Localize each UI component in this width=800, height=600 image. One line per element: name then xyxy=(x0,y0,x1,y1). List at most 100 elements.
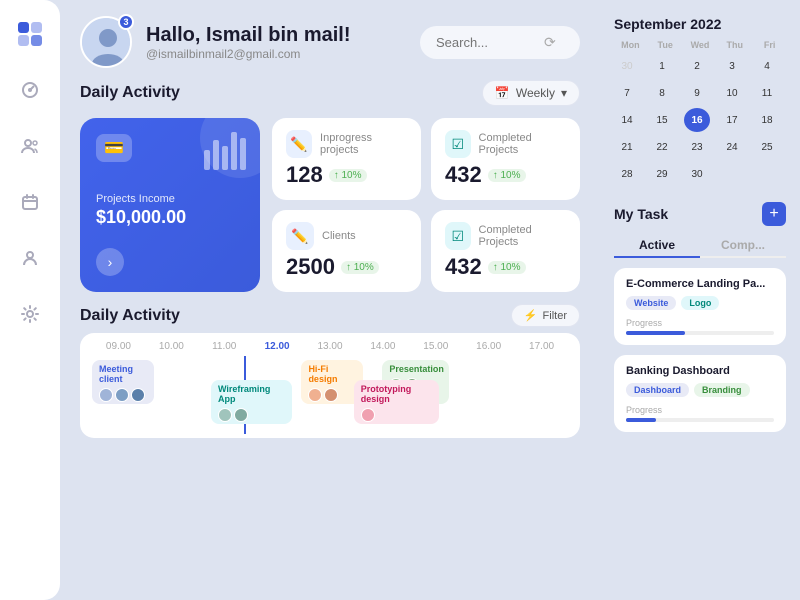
cal-cell[interactable]: 14 xyxy=(614,108,640,132)
stat-label-inprogress: Inprogress projects xyxy=(320,132,407,156)
filter-button[interactable]: ⚡ Filter xyxy=(511,304,580,327)
stat-card-header: ✏️ Clients xyxy=(286,222,407,250)
cal-cell[interactable]: 10 xyxy=(719,81,745,105)
income-arrow[interactable]: › xyxy=(96,248,124,276)
hour-11: 11.00 xyxy=(198,341,251,352)
sidebar-item-settings[interactable] xyxy=(12,296,48,332)
task-card-ecommerce: E-Commerce Landing Pa... Website Logo Pr… xyxy=(614,268,786,345)
task-card-title: E-Commerce Landing Pa... xyxy=(626,278,774,290)
calendar-grid: 30 1 2 3 4 7 8 9 10 11 14 15 16 17 18 21… xyxy=(614,54,786,186)
mini-bars xyxy=(204,132,246,170)
cal-cell[interactable]: 4 xyxy=(754,54,780,78)
add-task-button[interactable]: + xyxy=(762,202,786,226)
sidebar-item-people[interactable] xyxy=(12,128,48,164)
sidebar-item-analytics[interactable] xyxy=(12,72,48,108)
avatar-2 xyxy=(115,388,129,402)
stat-trend-completed1: ↑ 10% xyxy=(488,169,526,182)
task-progress-label: Progress xyxy=(626,405,774,415)
avatar-wrapper: 3 xyxy=(80,16,132,68)
hour-14: 14.00 xyxy=(356,341,409,352)
cal-cell[interactable]: 1 xyxy=(649,54,675,78)
stat-value-completed1: 432 xyxy=(445,162,482,188)
hour-13: 13.00 xyxy=(304,341,357,352)
avatar-1 xyxy=(218,408,232,422)
bar-3 xyxy=(222,146,228,170)
cal-cell[interactable]: 24 xyxy=(719,135,745,159)
task-progress-bar xyxy=(626,418,774,422)
bar-1 xyxy=(204,150,210,170)
activity-title: Daily Activity xyxy=(80,84,180,102)
cal-cell[interactable]: 9 xyxy=(684,81,710,105)
event-avatars xyxy=(308,388,356,402)
tab-completed[interactable]: Comp... xyxy=(700,234,786,256)
search-icon: ⟳ xyxy=(544,34,556,51)
search-input[interactable] xyxy=(436,35,536,50)
avatar-2 xyxy=(234,408,248,422)
cal-cell[interactable]: 29 xyxy=(649,162,675,186)
avatar-1 xyxy=(99,388,113,402)
event-label: Meeting client xyxy=(99,364,147,384)
sidebar-item-team[interactable] xyxy=(12,240,48,276)
period-selector[interactable]: 📅 Weekly ▾ xyxy=(482,80,580,106)
event-label: Wireframing App xyxy=(218,384,285,404)
timeline-hours: 09.00 10.00 11.00 12.00 13.00 14.00 15.0… xyxy=(92,341,568,352)
user-email: @ismailbinmail2@gmail.com xyxy=(146,47,406,61)
stat-card-completed2: ☑ Completed Projects 432 ↑ 10% xyxy=(431,210,580,292)
logo xyxy=(12,16,48,52)
hour-15: 15.00 xyxy=(409,341,462,352)
event-wireframe: Wireframing App xyxy=(211,380,292,424)
cal-cell xyxy=(719,162,745,186)
stat-value-completed2: 432 xyxy=(445,254,482,280)
cal-cell[interactable]: 15 xyxy=(649,108,675,132)
cal-cell-today[interactable]: 16 xyxy=(684,108,710,132)
cal-cell[interactable]: 11 xyxy=(754,81,780,105)
timeline-events: Meeting client Wireframing App Hi-F xyxy=(92,360,568,430)
header: 3 Hallo, Ismail bin mail! @ismailbinmail… xyxy=(80,16,580,68)
cal-cell[interactable]: 25 xyxy=(754,135,780,159)
avatar-1 xyxy=(361,408,375,422)
cal-cell[interactable]: 3 xyxy=(719,54,745,78)
hour-12: 12.00 xyxy=(251,341,304,352)
search-bar[interactable]: ⟳ xyxy=(420,26,580,59)
calendar: September 2022 Mon Tue Wed Thu Fri 30 1 … xyxy=(614,16,786,186)
cal-cell[interactable]: 7 xyxy=(614,81,640,105)
event-label: Hi-Fi design xyxy=(308,364,356,384)
sidebar-item-calendar[interactable] xyxy=(12,184,48,220)
stat-value-row: 2500 ↑ 10% xyxy=(286,254,407,280)
day-wed: Wed xyxy=(684,40,717,50)
cal-cell[interactable]: 23 xyxy=(684,135,710,159)
cal-cell[interactable]: 22 xyxy=(649,135,675,159)
hour-16: 16.00 xyxy=(462,341,515,352)
cal-cell[interactable]: 8 xyxy=(649,81,675,105)
task-tag-dashboard[interactable]: Dashboard xyxy=(626,383,689,397)
cal-cell[interactable]: 30 xyxy=(684,162,710,186)
cal-cell[interactable]: 17 xyxy=(719,108,745,132)
period-label: Weekly xyxy=(516,86,555,100)
task-tags: Dashboard Branding xyxy=(626,383,774,397)
avatar-3 xyxy=(131,388,145,402)
stat-card-header: ☑ Completed Projects xyxy=(445,222,566,250)
cal-cell[interactable]: 28 xyxy=(614,162,640,186)
task-tag-branding[interactable]: Branding xyxy=(694,383,750,397)
event-avatars xyxy=(361,408,433,422)
task-header: My Task + xyxy=(614,202,786,226)
task-tag-website[interactable]: Website xyxy=(626,296,676,310)
event-avatars xyxy=(218,408,285,422)
task-title: My Task xyxy=(614,206,668,222)
cal-cell[interactable]: 30 xyxy=(614,54,640,78)
task-progress-bar xyxy=(626,331,774,335)
task-card-title: Banking Dashboard xyxy=(626,365,774,377)
filter-icon: ⚡ xyxy=(524,309,538,322)
cal-cell[interactable]: 2 xyxy=(684,54,710,78)
stat-icon-completed2: ☑ xyxy=(445,222,471,250)
stat-card-inprogress: ✏️ Inprogress projects 128 ↑ 10% xyxy=(272,118,421,200)
cal-cell[interactable]: 21 xyxy=(614,135,640,159)
chevron-down-icon: ▾ xyxy=(561,86,567,100)
bar-2 xyxy=(213,140,219,170)
cal-cell[interactable]: 18 xyxy=(754,108,780,132)
stats-row: 💳 Projects Income $10,000.00 › ✏️ Inprog… xyxy=(80,118,580,292)
tab-active[interactable]: Active xyxy=(614,234,700,258)
task-tag-logo[interactable]: Logo xyxy=(681,296,719,310)
stat-value-row: 432 ↑ 10% xyxy=(445,254,566,280)
income-card-icon: 💳 xyxy=(96,134,132,162)
